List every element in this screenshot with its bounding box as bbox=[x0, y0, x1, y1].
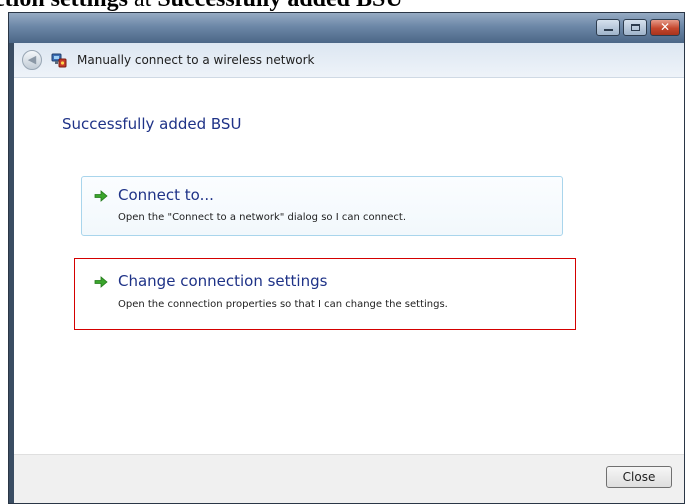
title-bar: ✕ bbox=[9, 13, 684, 43]
dialog-client-area: ◀ Manually connect to a wireless network… bbox=[14, 43, 684, 503]
caption-plain: at bbox=[128, 0, 157, 12]
connect-to-description: Open the "Connect to a network" dialog s… bbox=[118, 212, 407, 223]
change-connection-settings-option[interactable]: Change connection settings Open the conn… bbox=[74, 258, 576, 330]
green-arrow-icon bbox=[94, 276, 108, 288]
back-button[interactable]: ◀ bbox=[22, 50, 42, 70]
window-controls: ✕ bbox=[596, 19, 680, 36]
maximize-button[interactable] bbox=[623, 19, 647, 36]
minimize-button[interactable] bbox=[596, 19, 620, 36]
page-title: Successfully added BSU bbox=[62, 115, 242, 133]
maximize-icon bbox=[631, 24, 640, 31]
change-settings-description: Open the connection properties so that I… bbox=[118, 299, 448, 310]
connect-to-option[interactable]: Connect to... Open the "Connect to a net… bbox=[81, 176, 563, 236]
change-settings-title: Change connection settings bbox=[118, 272, 328, 290]
caption-bold-left: ction settings bbox=[0, 0, 128, 12]
connect-to-title: Connect to... bbox=[118, 186, 214, 204]
dialog-footer: Close bbox=[14, 454, 684, 503]
caption-bold-right: Successfully added BSU bbox=[157, 0, 402, 12]
back-arrow-icon: ◀ bbox=[27, 53, 37, 66]
close-button[interactable]: Close bbox=[606, 466, 672, 488]
green-arrow-icon bbox=[94, 190, 108, 202]
navigation-bar: ◀ Manually connect to a wireless network bbox=[14, 43, 684, 78]
wireless-network-icon bbox=[51, 53, 67, 68]
close-window-button[interactable]: ✕ bbox=[650, 19, 680, 36]
close-icon: ✕ bbox=[659, 20, 671, 34]
minimize-icon bbox=[604, 29, 613, 31]
dialog-window: ✕ ◀ Manually connect to a wireless netwo… bbox=[8, 12, 685, 504]
dialog-title: Manually connect to a wireless network bbox=[77, 53, 315, 67]
